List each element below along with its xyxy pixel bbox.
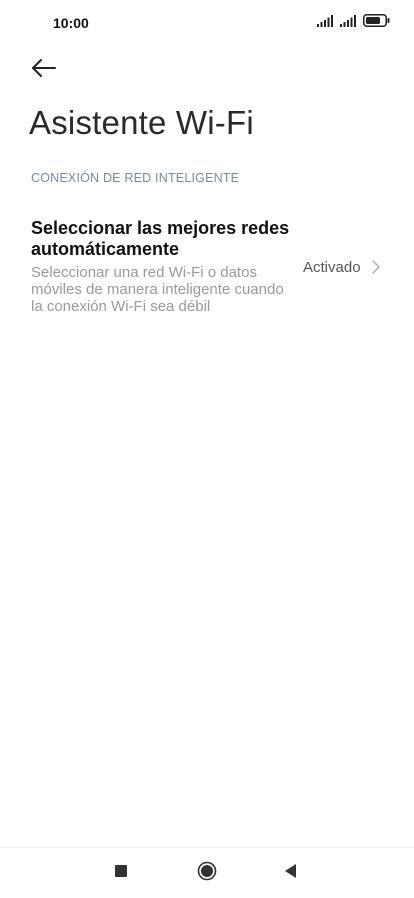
setting-description: Seleccionar una red Wi-Fi o datos móvile… [31,264,284,315]
back-triangle-icon [284,863,298,884]
recents-button[interactable] [96,848,146,898]
status-bar: 10:00 [0,0,414,48]
status-time: 10:00 [53,15,89,31]
section-header: CONEXIÓN DE RED INTELIGENTE [31,171,240,185]
nav-back-button[interactable] [266,848,316,898]
arrow-left-icon [31,58,57,83]
home-circle-icon [197,861,217,886]
page-title: Asistente Wi-Fi [29,104,254,141]
signal-icon [317,14,334,32]
signal-icon-2 [340,14,357,32]
chevron-right-icon [370,258,382,276]
status-icons [317,14,390,32]
recents-square-icon [114,864,128,883]
battery-icon [363,14,390,32]
home-button[interactable] [182,848,232,898]
setting-row-best-networks[interactable]: Seleccionar las mejores redes automática… [0,212,414,324]
setting-title: Seleccionar las mejores redes automática… [31,218,290,259]
setting-value: Activado [303,259,361,276]
navigation-bar [0,847,414,898]
back-button[interactable] [28,54,60,86]
